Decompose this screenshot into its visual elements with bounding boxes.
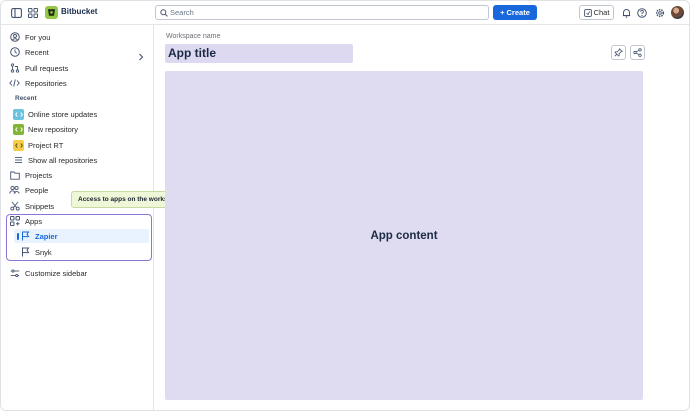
sidebar-toggle-icon[interactable] — [9, 6, 23, 20]
help-icon[interactable] — [635, 6, 649, 20]
chat-label: Chat — [593, 8, 610, 17]
sidebar-item-for-you[interactable]: For you — [7, 30, 148, 44]
chat-icon — [583, 8, 592, 17]
repository-code-icon — [13, 139, 24, 151]
sidebar-item-repo-online-store-updates[interactable]: Online store updates — [13, 107, 148, 121]
sliders-icon — [9, 268, 20, 279]
chat-button[interactable]: Chat — [579, 5, 614, 20]
sidebar-item-label: Snippets — [25, 201, 55, 211]
sidebar-item-recent[interactable]: Recent — [7, 45, 148, 61]
show-all-repositories-link[interactable]: Show all repositories — [13, 153, 148, 167]
search-input[interactable]: Search — [155, 5, 489, 20]
sidebar-item-label: Repositories — [25, 78, 67, 88]
customize-sidebar-button[interactable]: Customize sidebar — [7, 266, 148, 280]
sidebar-item-label: Customize sidebar — [25, 268, 88, 278]
repo-label: New repository — [28, 124, 79, 134]
apps-grid-icon — [9, 216, 20, 227]
star-button[interactable] — [611, 45, 626, 60]
code-icon — [9, 78, 20, 89]
app-switcher-icon[interactable] — [26, 6, 40, 20]
list-icon — [13, 155, 24, 166]
share-icon — [633, 48, 642, 57]
sidebar-item-label: Apps — [25, 216, 43, 226]
flag-icon — [20, 247, 31, 258]
top-navigation-bar: Bitbucket Search + Create Chat — [1, 1, 689, 25]
flag-icon — [20, 231, 31, 242]
repository-code-icon — [13, 108, 24, 120]
product-name[interactable]: Bitbucket — [61, 7, 97, 16]
page-title: App title — [168, 46, 216, 60]
notifications-bell-icon[interactable] — [619, 6, 633, 20]
app-content-label: App content — [370, 229, 438, 242]
create-label: Create — [506, 8, 530, 17]
sidebar-item-label: Projects — [25, 170, 53, 180]
repository-code-icon — [13, 123, 24, 135]
user-avatar[interactable] — [671, 6, 684, 19]
sidebar-item-label: For you — [25, 32, 51, 42]
workspace-name[interactable]: Workspace name — [166, 33, 220, 40]
search-placeholder: Search — [170, 8, 194, 17]
sidebar-item-app-snyk[interactable]: Snyk — [20, 245, 148, 259]
pin-icon — [614, 48, 623, 57]
clock-icon — [9, 47, 20, 58]
share-button[interactable] — [630, 45, 645, 60]
sidebar-item-label: Pull requests — [25, 63, 69, 73]
plus-icon: + — [500, 8, 505, 17]
bitbucket-logo-icon[interactable] — [45, 6, 58, 19]
sidebar-item-pull-requests[interactable]: Pull requests — [7, 61, 148, 75]
sidebar-item-apps[interactable]: Apps — [7, 214, 148, 228]
sidebar-item-repo-project-rt[interactable]: Project RT — [13, 138, 148, 152]
selected-indicator — [17, 233, 19, 240]
repo-label: Online store updates — [28, 109, 98, 119]
sidebar-item-app-zapier[interactable]: Zapier — [20, 229, 148, 243]
sidebar-item-label: People — [25, 185, 49, 195]
pull-request-icon — [9, 63, 20, 74]
repo-label: Project RT — [28, 140, 64, 150]
sidebar-item-repo-new-repository[interactable]: New repository — [13, 122, 148, 136]
create-button[interactable]: + Create — [493, 5, 537, 20]
sidebar-item-projects[interactable]: Projects — [7, 168, 148, 182]
user-circle-icon — [9, 32, 20, 43]
sidebar-item-label: Recent — [25, 47, 49, 57]
app-content-area: App content — [165, 71, 643, 400]
show-all-label: Show all repositories — [28, 155, 98, 165]
app-label: Snyk — [35, 247, 52, 257]
recent-section-heading: Recent — [15, 95, 37, 102]
sidebar-item-repositories[interactable]: Repositories — [7, 76, 148, 90]
search-icon — [160, 9, 168, 17]
app-label: Zapier — [35, 231, 58, 241]
folder-icon — [9, 170, 20, 181]
scissors-icon — [9, 201, 20, 212]
app-title-placeholder: App title — [165, 44, 353, 63]
settings-gear-icon[interactable] — [653, 6, 667, 20]
people-icon — [9, 185, 20, 196]
app-window: Bitbucket Search + Create Chat For you R… — [0, 0, 690, 411]
